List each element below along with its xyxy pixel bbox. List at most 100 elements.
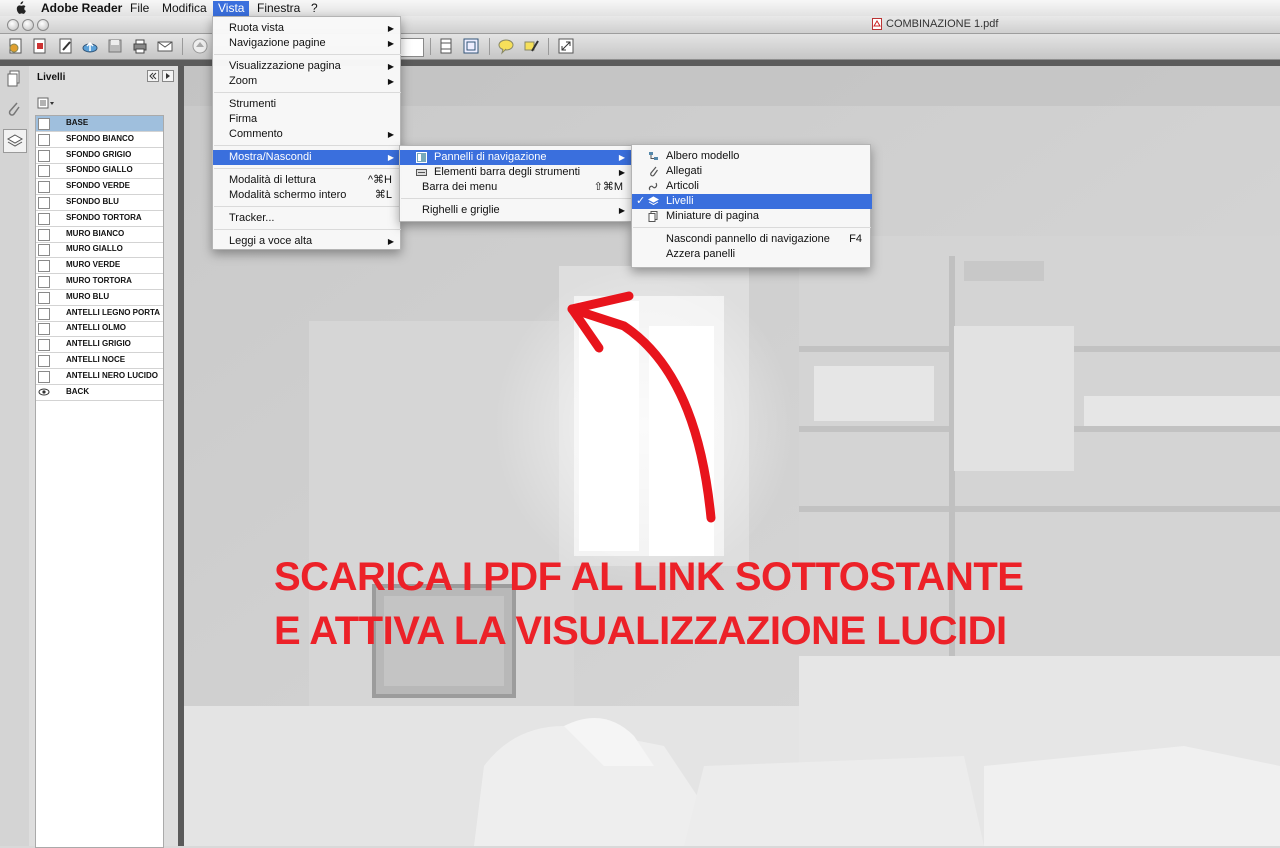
- checkmark-icon: ✓: [636, 195, 646, 207]
- create-pdf-icon[interactable]: [7, 37, 25, 55]
- menu-item-albero-modello[interactable]: Albero modello: [632, 149, 872, 164]
- layer-visibility-checkbox[interactable]: [38, 370, 50, 383]
- attachment-icon[interactable]: [3, 98, 25, 120]
- apple-icon[interactable]: [13, 1, 27, 15]
- menu-item-righelli-e-griglie[interactable]: Righelli e griglie ▶: [400, 203, 633, 218]
- layer-row[interactable]: ANTELLI GRIGIO: [36, 337, 163, 354]
- menu-help[interactable]: ?: [306, 1, 323, 16]
- menu-item-commento[interactable]: Commento ▶: [213, 127, 402, 142]
- menu-item-mostra-nascondi[interactable]: Mostra/Nascondi ▶: [213, 150, 402, 165]
- collapse-panel-button[interactable]: [147, 70, 159, 82]
- layer-row[interactable]: MURO VERDE: [36, 258, 163, 275]
- close-window-button[interactable]: [7, 19, 19, 31]
- layer-visibility-checkbox[interactable]: [38, 228, 50, 241]
- menu-item-label: Nascondi pannello di navigazione: [666, 233, 830, 245]
- menu-item-visualizzazione-pagina[interactable]: Visualizzazione pagina ▶: [213, 59, 402, 74]
- fit-page-icon[interactable]: [437, 37, 455, 55]
- layer-row[interactable]: SFONDO GIALLO: [36, 163, 163, 180]
- layer-row[interactable]: ANTELLI OLMO: [36, 321, 163, 338]
- menu-finestra[interactable]: Finestra: [252, 1, 305, 16]
- edit-pdf-icon[interactable]: [57, 37, 75, 55]
- layer-row[interactable]: ANTELLI NERO LUCIDO: [36, 369, 163, 385]
- menu-item-tracker[interactable]: Tracker...: [213, 211, 402, 226]
- layer-visibility-checkbox[interactable]: [38, 197, 50, 209]
- layer-row[interactable]: BASE: [36, 116, 163, 132]
- menu-app-name[interactable]: Adobe Reader: [36, 1, 127, 16]
- save-icon[interactable]: [106, 37, 124, 55]
- menu-item-navigazione-pagine[interactable]: Navigazione pagine ▶: [213, 36, 402, 51]
- layer-row[interactable]: BACK: [36, 385, 163, 401]
- highlight-icon[interactable]: [522, 37, 540, 55]
- layer-visibility-checkbox[interactable]: [38, 276, 50, 288]
- menu-item-ruota-vista[interactable]: Ruota vista ▶: [213, 21, 402, 36]
- menu-file[interactable]: File: [125, 1, 154, 16]
- layer-label: ANTELLI OLMO: [66, 323, 126, 333]
- layer-row[interactable]: SFONDO VERDE: [36, 179, 163, 196]
- menu-item-strumenti[interactable]: Strumenti: [213, 97, 402, 112]
- layers-icon[interactable]: [3, 129, 27, 153]
- menu-item-azzera-panelli[interactable]: Azzera panelli: [632, 247, 872, 262]
- menu-item-barra-dei-menu[interactable]: Barra dei menu ⇧⌘M: [400, 180, 633, 195]
- comment-icon[interactable]: [497, 37, 515, 55]
- fit-width-icon[interactable]: [462, 37, 480, 55]
- layer-row[interactable]: SFONDO GRIGIO: [36, 148, 163, 164]
- instruction-line-2: E ATTIVA LA VISUALIZZAZIONE LUCIDI: [274, 609, 1007, 653]
- menu-item-elementi-barra-degli-strumenti[interactable]: Elementi barra degli strumenti ▶: [400, 165, 633, 180]
- layer-row[interactable]: MURO GIALLO: [36, 242, 163, 259]
- print-icon[interactable]: [131, 37, 149, 55]
- layer-visibility-checkbox[interactable]: [38, 260, 50, 273]
- layer-visibility-checkbox[interactable]: [38, 149, 50, 162]
- menu-item-leggi-a-voce-alta[interactable]: Leggi a voce alta ▶: [213, 234, 402, 249]
- layer-label: SFONDO GIALLO: [66, 165, 133, 175]
- layer-row[interactable]: SFONDO BIANCO: [36, 132, 163, 148]
- page-thumbnails-icon[interactable]: [3, 68, 25, 90]
- menu-item-pannelli-di-navigazione[interactable]: Pannelli di navigazione ▶: [400, 150, 633, 165]
- fullscreen-icon[interactable]: [557, 37, 575, 55]
- menu-item-articoli[interactable]: Articoli: [632, 179, 872, 194]
- menu-modifica[interactable]: Modifica: [157, 1, 212, 16]
- layer-row[interactable]: MURO BIANCO: [36, 227, 163, 243]
- combine-pdf-icon[interactable]: [31, 37, 49, 55]
- layer-visibility-checkbox[interactable]: [38, 339, 50, 352]
- layer-visibility-checkbox[interactable]: [38, 291, 50, 304]
- layer-visibility-checkbox[interactable]: [38, 133, 50, 146]
- zoom-window-button[interactable]: [37, 19, 49, 31]
- menu-item-firma[interactable]: Firma: [213, 112, 402, 127]
- email-icon[interactable]: [156, 37, 174, 55]
- menu-item-nascondi-pannello-di-navigazione[interactable]: Nascondi pannello di navigazione F4: [632, 232, 872, 247]
- layer-row[interactable]: ANTELLI NOCE: [36, 353, 163, 369]
- menu-item-label: Azzera panelli: [666, 248, 736, 260]
- layer-row[interactable]: MURO BLU: [36, 290, 163, 306]
- menu-item-miniature-di-pagina[interactable]: Miniature di pagina: [632, 209, 872, 224]
- zoom-dropdown[interactable]: [400, 38, 424, 57]
- previous-page-icon[interactable]: [191, 37, 209, 55]
- minimize-window-button[interactable]: [22, 19, 34, 31]
- menu-item-label: Livelli: [666, 195, 694, 207]
- layer-visibility-checkbox[interactable]: [38, 244, 50, 257]
- layer-label: ANTELLI NOCE: [66, 355, 126, 364]
- layer-row[interactable]: SFONDO BLU: [36, 195, 163, 211]
- layer-visibility-checkbox[interactable]: [38, 181, 50, 194]
- menu-vista[interactable]: Vista: [213, 1, 250, 16]
- layer-row[interactable]: ANTELLI LEGNO PORTA: [36, 306, 163, 322]
- menu-item-label: Mostra/Nascondi: [229, 151, 312, 163]
- menu-item-livelli[interactable]: ✓ Livelli: [632, 194, 872, 209]
- upload-cloud-icon[interactable]: [81, 37, 99, 55]
- menu-item-modalita-di-lettura[interactable]: Modalità di lettura ^⌘H: [213, 173, 402, 188]
- layer-row[interactable]: SFONDO TORTORA: [36, 211, 163, 227]
- menu-item-label: Miniature di pagina: [666, 210, 759, 222]
- menu-separator: [214, 229, 401, 230]
- layer-visibility-checkbox[interactable]: [38, 355, 50, 367]
- layer-visibility-checkbox[interactable]: [38, 307, 50, 320]
- layer-visibility-checkbox[interactable]: [38, 323, 50, 336]
- layer-row[interactable]: MURO TORTORA: [36, 274, 163, 290]
- menu-item-zoom[interactable]: Zoom ▶: [213, 74, 402, 89]
- layer-visibility-checkbox[interactable]: [38, 212, 50, 225]
- layer-visibility-checkbox[interactable]: [38, 118, 50, 130]
- menu-item-modalita-schermo-intero[interactable]: Modalità schermo intero ⌘L: [213, 188, 402, 203]
- menu-item-allegati[interactable]: Allegati: [632, 164, 872, 179]
- layer-visibility-checkbox[interactable]: [38, 165, 50, 178]
- expand-panel-button[interactable]: [162, 70, 174, 82]
- eye-visibility-icon[interactable]: [38, 387, 50, 397]
- options-menu-icon[interactable]: [37, 97, 55, 109]
